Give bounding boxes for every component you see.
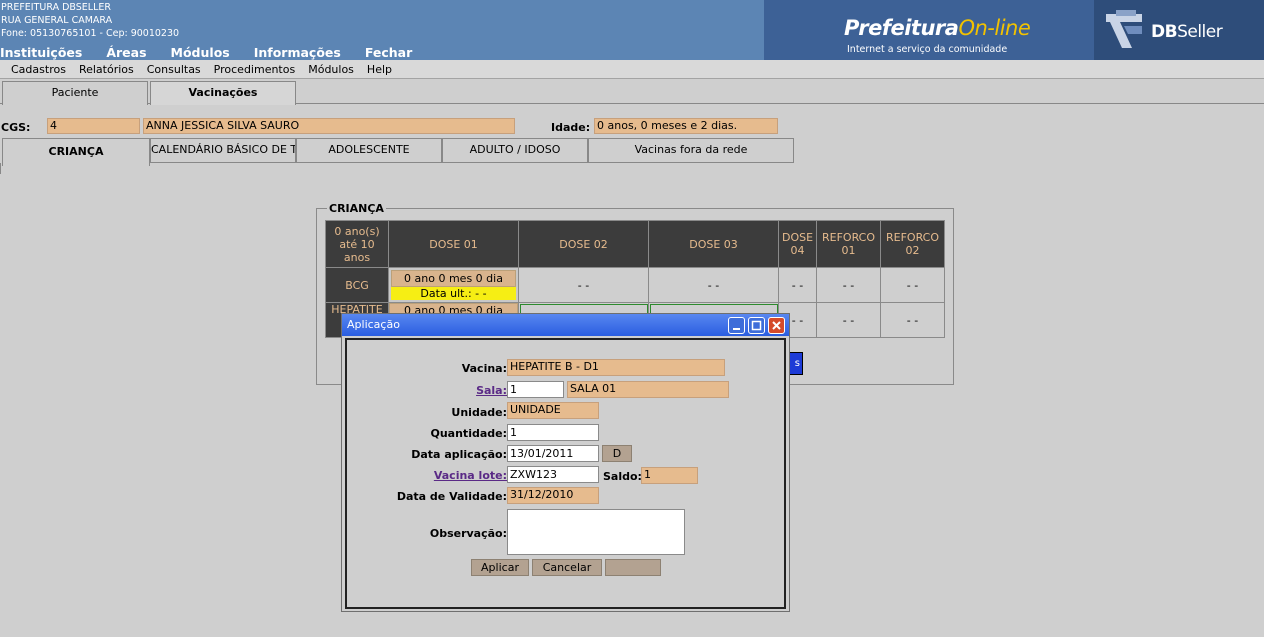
- crianca-legend: CRIANÇA: [327, 202, 386, 215]
- tab-vacinacoes[interactable]: Vacinações: [150, 81, 296, 105]
- outer-tab-bar: Paciente Vacinações: [0, 80, 1264, 105]
- vacina-value: HEPATITE B - D1: [507, 359, 725, 376]
- org-contact: Fone: 05130765101 - Cep: 90010230: [1, 28, 180, 39]
- sala-link[interactable]: Sala:: [347, 384, 507, 397]
- minimize-button[interactable]: [728, 317, 745, 334]
- data-validade-label: Data de Validade:: [396, 490, 507, 503]
- dialog-body: Vacina: HEPATITE B - D1 Sala: 1 SALA 01 …: [345, 338, 786, 609]
- header-reforco-02: REFORCO 02: [880, 220, 945, 268]
- main-menu: Instituições Áreas Módulos Informações F…: [0, 45, 436, 60]
- submenu-relatorios[interactable]: Relatórios: [79, 63, 134, 76]
- tab-calendario-basico[interactable]: CALENDÁRIO BÁSICO DE T: [150, 138, 296, 163]
- patient-name: ANNA JESSICA SILVA SAURO: [143, 118, 515, 134]
- menu-areas[interactable]: Áreas: [106, 45, 146, 60]
- dialog-title: Aplicação: [347, 318, 400, 331]
- unidade-label: Unidade:: [451, 406, 507, 419]
- header-dose-04: DOSE 04: [778, 220, 817, 268]
- cancelar-button[interactable]: Cancelar: [532, 559, 602, 576]
- tab-adulto-idoso[interactable]: ADULTO / IDOSO: [442, 138, 588, 163]
- tab-vacinas-fora-rede[interactable]: Vacinas fora da rede: [588, 138, 794, 163]
- sala-name: SALA 01: [567, 381, 729, 398]
- bcg-dose-01[interactable]: 0 ano 0 mes 0 dia Data ult.: - -: [388, 267, 519, 303]
- menu-instituicoes[interactable]: Instituições: [0, 45, 82, 60]
- idade-label: Idade:: [551, 121, 591, 134]
- prefeitura-online-logo: PrefeituraOn-line: [844, 16, 1031, 40]
- cgs-label: CGS:: [1, 121, 31, 134]
- brand-tagline: Internet a serviço da comunidade: [847, 44, 1008, 55]
- menu-fechar[interactable]: Fechar: [365, 45, 412, 60]
- tab-paciente[interactable]: Paciente: [2, 81, 148, 105]
- submenu-consultas[interactable]: Consultas: [147, 63, 201, 76]
- organization-info: PREFEITURA DBSELLER RUA GENERAL CAMARA F…: [1, 1, 179, 40]
- maximize-icon: [751, 320, 762, 331]
- header-dose-02: DOSE 02: [518, 220, 649, 268]
- data-validade-value: 31/12/2010: [507, 487, 599, 504]
- bcg-dose-03[interactable]: - -: [648, 267, 779, 303]
- bcg-age: 0 ano 0 mes 0 dia: [391, 270, 516, 287]
- bcg-last-date: Data ult.: - -: [391, 287, 516, 300]
- submenu-procedimentos[interactable]: Procedimentos: [214, 63, 296, 76]
- close-button[interactable]: [768, 317, 785, 334]
- brand-banner: PrefeituraOn-line Internet a serviço da …: [764, 0, 1264, 60]
- quantidade-label: Quantidade:: [430, 427, 508, 440]
- date-picker-button[interactable]: D: [602, 445, 632, 462]
- data-aplicacao-label: Data aplicação:: [411, 448, 507, 461]
- bcg-reforco-01[interactable]: - -: [816, 267, 881, 303]
- org-name: PREFEITURA DBSELLER: [1, 2, 111, 13]
- header-dose-03: DOSE 03: [648, 220, 779, 268]
- aplicar-button[interactable]: Aplicar: [471, 559, 529, 576]
- quantidade-input[interactable]: 1: [507, 424, 599, 441]
- data-aplicacao-input[interactable]: 13/01/2011: [507, 445, 599, 462]
- hepatite-reforco-01[interactable]: - -: [816, 302, 881, 338]
- submenu-cadastros[interactable]: Cadastros: [11, 63, 66, 76]
- minimize-icon: [733, 328, 740, 330]
- menu-informacoes[interactable]: Informações: [254, 45, 341, 60]
- saldo-value: 1: [641, 467, 698, 484]
- header-dose-01: DOSE 01: [388, 220, 519, 268]
- unidade-value: UNIDADE: [507, 402, 599, 419]
- org-address: RUA GENERAL CAMARA: [1, 15, 113, 26]
- tab-adolescente[interactable]: ADOLESCENTE: [296, 138, 442, 163]
- vacina-lote-link[interactable]: Vacina lote:: [347, 469, 507, 482]
- menu-modulos[interactable]: Módulos: [171, 45, 230, 60]
- submenu-modulos[interactable]: Módulos: [308, 63, 354, 76]
- vaccine-bcg: BCG: [325, 267, 389, 303]
- app-header: PREFEITURA DBSELLER RUA GENERAL CAMARA F…: [0, 0, 1264, 60]
- observacao-textarea[interactable]: [507, 509, 685, 555]
- sala-code-input[interactable]: 1: [507, 381, 564, 398]
- hepatite-reforco-02[interactable]: - -: [880, 302, 945, 338]
- saldo-label: Saldo:: [603, 470, 642, 483]
- third-button[interactable]: [605, 559, 661, 576]
- grid-corner-header: 0 ano(s) até 10 anos: [325, 220, 389, 268]
- vacina-lote-input[interactable]: ZXW123: [507, 466, 599, 483]
- header-reforco-01: REFORCO 01: [816, 220, 881, 268]
- observacao-label: Observação:: [429, 527, 507, 540]
- dbseller-logo: DBSeller: [1094, 0, 1264, 60]
- idade-value: 0 anos, 0 meses e 2 dias.: [594, 118, 778, 134]
- vacina-label: Vacina:: [461, 362, 507, 375]
- module-submenu: Cadastros Relatórios Consultas Procedime…: [0, 60, 1264, 79]
- aplicacao-dialog: Aplicação Vacina: HEPATITE B - D1 Sala: …: [341, 313, 790, 612]
- bcg-dose-04[interactable]: - -: [778, 267, 817, 303]
- bcg-dose-02[interactable]: - -: [518, 267, 649, 303]
- cgs-value: 4: [47, 118, 140, 134]
- tab-crianca[interactable]: CRIANÇA: [2, 138, 150, 166]
- bcg-reforco-02[interactable]: - -: [880, 267, 945, 303]
- dbseller-logo-icon: [1106, 10, 1142, 48]
- dialog-title-bar[interactable]: Aplicação: [342, 314, 789, 336]
- submenu-help[interactable]: Help: [367, 63, 392, 76]
- maximize-button[interactable]: [748, 317, 765, 334]
- close-icon: [772, 321, 781, 330]
